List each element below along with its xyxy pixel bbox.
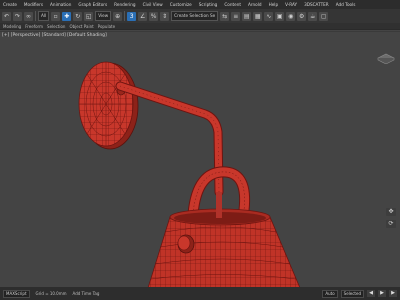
- lamp-shade: [147, 192, 301, 288]
- orbit-icon[interactable]: ⟳: [386, 220, 396, 228]
- grid-size: Grid = 10.0mm: [35, 291, 67, 296]
- ribbon: Modeling Freeform Selection Object Paint…: [0, 23, 400, 30]
- menu-scripting[interactable]: Scripting: [197, 0, 220, 9]
- material-editor-icon[interactable]: ◉: [286, 11, 296, 21]
- menu-create[interactable]: Create: [1, 0, 19, 9]
- undo-icon[interactable]: ↶: [2, 11, 11, 21]
- named-selection-sets[interactable]: Create Selection Se: [171, 11, 219, 21]
- toolbar-separator: [124, 11, 126, 21]
- wall-plate: [78, 61, 139, 150]
- render-icon[interactable]: ☕: [308, 11, 318, 21]
- graphite-icon[interactable]: ▦: [253, 11, 263, 21]
- select-icon[interactable]: ▫: [51, 11, 61, 21]
- percent-snap-icon[interactable]: %: [149, 11, 159, 21]
- move-icon[interactable]: ✚: [62, 11, 72, 21]
- schematic-icon[interactable]: ▣: [275, 11, 285, 21]
- menu-help[interactable]: Help: [267, 0, 281, 9]
- status-bar: MAXScript Grid = 10.0mm Add Time Tag Aut…: [0, 287, 400, 300]
- viewcube-icon[interactable]: [376, 50, 396, 64]
- ribbon-tab-object-paint[interactable]: Object Paint: [69, 24, 93, 29]
- selection-filter-dropdown[interactable]: All: [38, 11, 50, 21]
- ribbon-tab-modeling[interactable]: Modeling: [3, 24, 21, 29]
- render-frame-icon[interactable]: ▢: [319, 11, 329, 21]
- render-setup-icon[interactable]: ⚙: [297, 11, 307, 21]
- toolbar-separator: [35, 11, 36, 21]
- pan-icon[interactable]: ✥: [386, 208, 396, 216]
- play-icon[interactable]: ▶: [378, 289, 386, 297]
- menu-animation[interactable]: Animation: [48, 0, 73, 9]
- viewport-label[interactable]: [+] [Perspective] [Standard] [Default Sh…: [2, 33, 107, 38]
- redo-icon[interactable]: ↷: [13, 11, 22, 21]
- mirror-icon[interactable]: ⇆: [220, 11, 230, 21]
- menu-graph-editors[interactable]: Graph Editors: [76, 0, 109, 9]
- angle-snap-icon[interactable]: ∠: [138, 11, 148, 21]
- shade-knob: [177, 234, 195, 254]
- pivot-icon[interactable]: ⊕: [113, 11, 123, 21]
- maxscript-listener[interactable]: MAXScript: [3, 289, 30, 298]
- menu-civil-view[interactable]: Civil View: [141, 0, 165, 9]
- viewport-nav: ✥ ⟳: [386, 208, 396, 228]
- align-icon[interactable]: ≡: [231, 11, 241, 21]
- ribbon-tab-populate[interactable]: Populate: [98, 24, 115, 29]
- menu-modifiers[interactable]: Modifiers: [22, 0, 45, 9]
- menu-rendering[interactable]: Rendering: [112, 0, 137, 9]
- wall-lamp-mesh: [78, 61, 301, 288]
- menu-bar: Create Modifiers Animation Graph Editors…: [0, 0, 400, 9]
- rotate-icon[interactable]: ↻: [73, 11, 83, 21]
- ribbon-tab-freeform[interactable]: Freeform: [25, 24, 43, 29]
- snap-icon[interactable]: 3: [127, 11, 137, 21]
- ribbon-tab-selection[interactable]: Selection: [47, 24, 65, 29]
- layer-icon[interactable]: ▤: [242, 11, 252, 21]
- reference-coordinate-dropdown[interactable]: View: [95, 11, 112, 21]
- add-time-tag[interactable]: Add Time Tag: [73, 291, 100, 296]
- menu-content[interactable]: Content: [222, 0, 243, 9]
- link-icon[interactable]: ∞: [24, 11, 33, 21]
- perspective-viewport[interactable]: [+] [Perspective] [Standard] [Default Sh…: [0, 31, 400, 288]
- menu-vray[interactable]: V-RAY: [283, 0, 299, 9]
- menu-arnold[interactable]: Arnold: [246, 0, 264, 9]
- menu-3dscatter[interactable]: 3DSCATTER: [302, 0, 331, 9]
- prev-frame-icon[interactable]: ◀: [367, 289, 375, 297]
- scale-icon[interactable]: ◱: [84, 11, 94, 21]
- menu-customize[interactable]: Customize: [168, 0, 194, 9]
- menu-add-tools[interactable]: Add Tools: [334, 0, 358, 9]
- playback-controls: Auto Selected ◀ ▶ ▶: [322, 289, 397, 298]
- key-filter-dropdown[interactable]: Selected: [340, 289, 364, 298]
- next-frame-icon[interactable]: ▶: [389, 289, 397, 297]
- curve-editor-icon[interactable]: ∿: [264, 11, 274, 21]
- main-toolbar: ↶ ↷ ∞ All ▫ ✚ ↻ ◱ View ⊕ 3 ∠ % ⇕ Create …: [0, 9, 400, 23]
- spinner-snap-icon[interactable]: ⇕: [160, 11, 170, 21]
- auto-key-button[interactable]: Auto: [322, 289, 338, 298]
